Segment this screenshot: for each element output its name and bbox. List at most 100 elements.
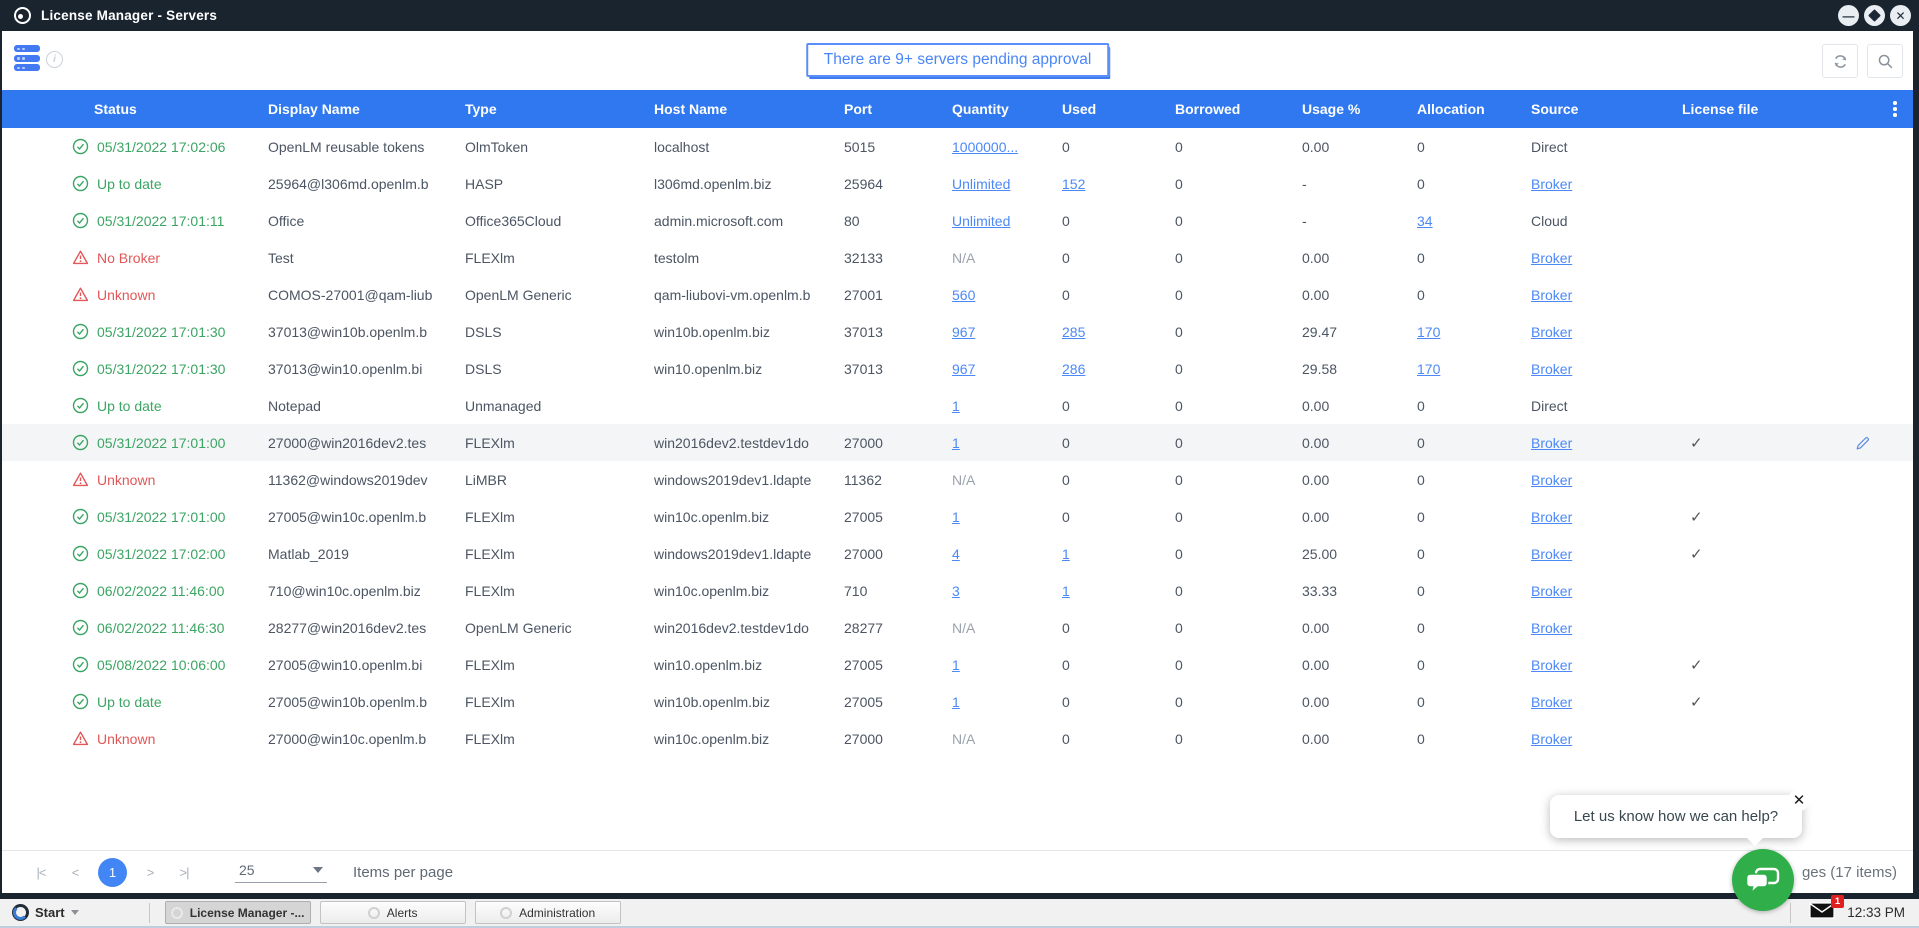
- table-row[interactable]: Unknown 11362@windows2019dev LiMBR windo…: [2, 461, 1913, 498]
- allocation-cell[interactable]: 0: [1417, 509, 1425, 525]
- source-cell[interactable]: Broker: [1531, 583, 1572, 599]
- column-header-license-file[interactable]: License file: [1682, 101, 1861, 117]
- column-header-quantity[interactable]: Quantity: [952, 101, 1062, 117]
- quantity-cell[interactable]: 1000000...: [952, 139, 1018, 155]
- column-header-allocation[interactable]: Allocation: [1417, 101, 1531, 117]
- allocation-cell[interactable]: 0: [1417, 546, 1425, 562]
- used-cell[interactable]: 285: [1062, 324, 1085, 340]
- used-cell[interactable]: 0: [1062, 694, 1070, 710]
- refresh-button[interactable]: [1822, 44, 1858, 78]
- taskbar-item-license-manager[interactable]: License Manager -...: [165, 901, 311, 924]
- allocation-cell[interactable]: 0: [1417, 287, 1425, 303]
- used-cell[interactable]: 1: [1062, 546, 1070, 562]
- last-page-button[interactable]: >|: [167, 855, 201, 889]
- servers-list-icon[interactable]: [14, 45, 40, 75]
- quantity-cell[interactable]: N/A: [952, 731, 975, 747]
- allocation-cell[interactable]: 170: [1417, 324, 1440, 340]
- page-size-select[interactable]: 25: [235, 862, 327, 883]
- column-header-usage[interactable]: Usage %: [1302, 101, 1417, 117]
- source-cell[interactable]: Broker: [1531, 176, 1572, 192]
- quantity-cell[interactable]: 560: [952, 287, 975, 303]
- next-page-button[interactable]: >: [133, 855, 167, 889]
- allocation-cell[interactable]: 0: [1417, 694, 1425, 710]
- used-cell[interactable]: 286: [1062, 361, 1085, 377]
- used-cell[interactable]: 152: [1062, 176, 1085, 192]
- allocation-cell[interactable]: 0: [1417, 472, 1425, 488]
- column-header-host-name[interactable]: Host Name: [654, 101, 844, 117]
- quantity-cell[interactable]: 1: [952, 657, 960, 673]
- taskbar-item-alerts[interactable]: Alerts: [320, 901, 466, 924]
- allocation-cell[interactable]: 34: [1417, 213, 1433, 229]
- allocation-cell[interactable]: 0: [1417, 176, 1425, 192]
- first-page-button[interactable]: |<: [24, 855, 58, 889]
- quantity-cell[interactable]: N/A: [952, 472, 975, 488]
- table-row[interactable]: 05/31/2022 17:02:06 OpenLM reusable toke…: [2, 128, 1913, 165]
- source-cell[interactable]: Broker: [1531, 620, 1572, 636]
- quantity-cell[interactable]: N/A: [952, 250, 975, 266]
- pending-approval-notice[interactable]: There are 9+ servers pending approval: [806, 43, 1110, 77]
- info-icon[interactable]: i: [46, 51, 63, 68]
- quantity-cell[interactable]: 967: [952, 324, 975, 340]
- source-cell[interactable]: Broker: [1531, 250, 1572, 266]
- used-cell[interactable]: 0: [1062, 620, 1070, 636]
- current-page-button[interactable]: 1: [98, 858, 127, 887]
- column-header-port[interactable]: Port: [844, 101, 952, 117]
- source-cell[interactable]: Broker: [1531, 731, 1572, 747]
- start-button[interactable]: Start: [0, 899, 89, 926]
- allocation-cell[interactable]: 0: [1417, 620, 1425, 636]
- table-row[interactable]: Unknown 27000@win10c.openlm.b FLEXlm win…: [2, 720, 1913, 757]
- source-cell[interactable]: Cloud: [1531, 213, 1568, 229]
- quantity-cell[interactable]: 967: [952, 361, 975, 377]
- table-row[interactable]: No Broker Test FLEXlm testolm 32133 N/A …: [2, 239, 1913, 276]
- quantity-cell[interactable]: Unlimited: [952, 176, 1010, 192]
- table-row[interactable]: Up to date 25964@l306md.openlm.b HASP l3…: [2, 165, 1913, 202]
- used-cell[interactable]: 0: [1062, 509, 1070, 525]
- search-button[interactable]: [1867, 44, 1903, 78]
- maximize-button[interactable]: [1864, 5, 1885, 26]
- source-cell[interactable]: Broker: [1531, 324, 1572, 340]
- allocation-cell[interactable]: 0: [1417, 731, 1425, 747]
- table-row[interactable]: 05/08/2022 10:06:00 27005@win10.openlm.b…: [2, 646, 1913, 683]
- quantity-cell[interactable]: 1: [952, 694, 960, 710]
- source-cell[interactable]: Broker: [1531, 509, 1572, 525]
- source-cell[interactable]: Broker: [1531, 287, 1572, 303]
- source-cell[interactable]: Direct: [1531, 139, 1568, 155]
- quantity-cell[interactable]: 3: [952, 583, 960, 599]
- table-row[interactable]: 05/31/2022 17:02:00 Matlab_2019 FLEXlm w…: [2, 535, 1913, 572]
- source-cell[interactable]: Direct: [1531, 398, 1568, 414]
- column-header-borrowed[interactable]: Borrowed: [1175, 101, 1302, 117]
- table-row[interactable]: 05/31/2022 17:01:30 37013@win10.openlm.b…: [2, 350, 1913, 387]
- column-menu-icon[interactable]: [1886, 98, 1904, 120]
- column-header-source[interactable]: Source: [1531, 101, 1682, 117]
- column-header-status[interactable]: Status: [72, 101, 268, 117]
- quantity-cell[interactable]: N/A: [952, 620, 975, 636]
- allocation-cell[interactable]: 170: [1417, 361, 1440, 377]
- table-row[interactable]: 05/31/2022 17:01:00 27000@win2016dev2.te…: [2, 424, 1913, 461]
- table-row[interactable]: 06/02/2022 11:46:00 710@win10c.openlm.bi…: [2, 572, 1913, 609]
- allocation-cell[interactable]: 0: [1417, 398, 1425, 414]
- table-row[interactable]: Up to date 27005@win10b.openlm.b FLEXlm …: [2, 683, 1913, 720]
- quantity-cell[interactable]: 1: [952, 435, 960, 451]
- column-header-type[interactable]: Type: [465, 101, 654, 117]
- quantity-cell[interactable]: 1: [952, 509, 960, 525]
- used-cell[interactable]: 0: [1062, 398, 1070, 414]
- allocation-cell[interactable]: 0: [1417, 435, 1425, 451]
- taskbar-item-administration[interactable]: Administration: [475, 901, 621, 924]
- messages-button[interactable]: 1: [1809, 902, 1835, 924]
- table-row[interactable]: 05/31/2022 17:01:30 37013@win10b.openlm.…: [2, 313, 1913, 350]
- chat-close-icon[interactable]: ✕: [1788, 789, 1810, 811]
- allocation-cell[interactable]: 0: [1417, 139, 1425, 155]
- source-cell[interactable]: Broker: [1531, 361, 1572, 377]
- source-cell[interactable]: Broker: [1531, 435, 1572, 451]
- used-cell[interactable]: 0: [1062, 139, 1070, 155]
- quantity-cell[interactable]: 4: [952, 546, 960, 562]
- allocation-cell[interactable]: 0: [1417, 657, 1425, 673]
- source-cell[interactable]: Broker: [1531, 472, 1572, 488]
- column-header-used[interactable]: Used: [1062, 101, 1175, 117]
- used-cell[interactable]: 0: [1062, 472, 1070, 488]
- table-row[interactable]: 05/31/2022 17:01:11 Office Office365Clou…: [2, 202, 1913, 239]
- edit-pencil-icon[interactable]: [1855, 435, 1871, 451]
- used-cell[interactable]: 0: [1062, 435, 1070, 451]
- source-cell[interactable]: Broker: [1531, 546, 1572, 562]
- column-header-display-name[interactable]: Display Name: [268, 101, 465, 117]
